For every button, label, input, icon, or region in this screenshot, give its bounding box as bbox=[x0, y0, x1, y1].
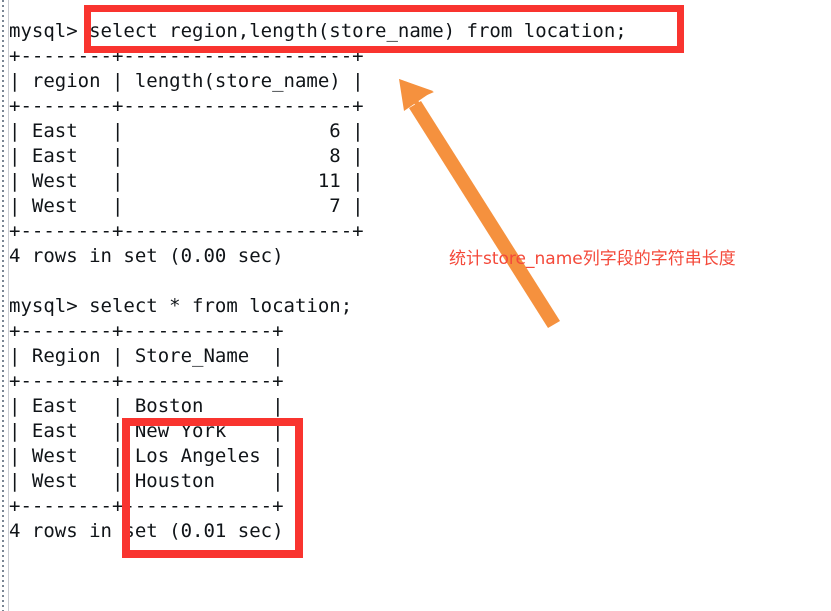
terminal-line: 4 rows in set (0.01 sec) bbox=[9, 520, 284, 542]
terminal-line: | West | Houston | bbox=[9, 470, 284, 492]
terminal-line: | East | Boston | bbox=[9, 395, 284, 417]
terminal-line: +--------+--------------------+ bbox=[9, 220, 364, 242]
terminal-line: +--------+--------------------+ bbox=[9, 45, 364, 67]
terminal-line: +--------+-------------+ bbox=[9, 320, 284, 342]
terminal-line: | West | 11 | bbox=[9, 170, 364, 192]
terminal-line: | Region | Store_Name | bbox=[9, 345, 284, 367]
terminal-line: +--------+-------------+ bbox=[9, 370, 284, 392]
annotation-caption: 统计store_name列字段的字符串长度 bbox=[449, 249, 736, 269]
terminal-line: | East | 8 | bbox=[9, 145, 364, 167]
terminal-line: mysql> select * from location; bbox=[9, 295, 353, 317]
terminal-line: +--------+--------------------+ bbox=[9, 95, 364, 117]
terminal-line: | West | Los Angeles | bbox=[9, 445, 284, 467]
terminal-screenshot: mysql> select region,length(store_name) … bbox=[0, 0, 831, 611]
terminal-line: +--------+-------------+ bbox=[9, 495, 284, 517]
window-left-dotted-edge bbox=[2, 0, 4, 611]
terminal-line: mysql> select region,length(store_name) … bbox=[9, 20, 627, 42]
terminal-line: | East | New York | bbox=[9, 420, 284, 442]
terminal-line: | East | 6 | bbox=[9, 120, 364, 142]
terminal-line: | West | 7 | bbox=[9, 195, 364, 217]
terminal-line: | region | length(store_name) | bbox=[9, 70, 364, 92]
terminal-output-text: mysql> select region,length(store_name) … bbox=[9, 19, 789, 544]
